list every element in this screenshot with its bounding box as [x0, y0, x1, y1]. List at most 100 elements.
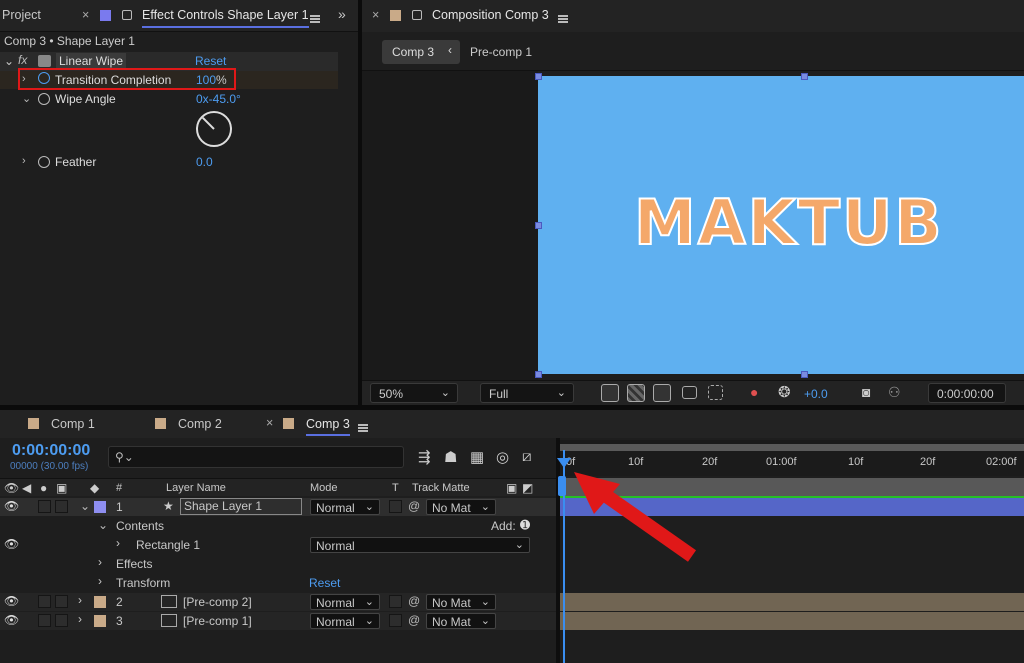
lock-box[interactable]	[55, 614, 68, 627]
track-matte-dropdown[interactable]: No Mat ⌄	[426, 613, 496, 629]
graph-editor-icon[interactable]: ⧄	[522, 448, 532, 465]
layer-name[interactable]: [Pre-comp 2]	[183, 595, 252, 609]
chevron-down-icon[interactable]: ⌄	[80, 499, 90, 513]
transparency-grid-icon[interactable]	[627, 384, 645, 402]
blend-mode-dropdown[interactable]: Normal ⌄	[310, 613, 380, 629]
rectangle-mode-dropdown[interactable]: Normal ⌄	[310, 537, 530, 553]
lock-icon[interactable]	[412, 10, 422, 20]
pickwhip-icon[interactable]: @	[408, 594, 420, 608]
transform-handle[interactable]	[535, 73, 542, 80]
tab-composition[interactable]: Composition Comp 3	[432, 8, 549, 22]
transform-handle[interactable]	[535, 371, 542, 378]
frame-blending-icon[interactable]: ▦	[470, 448, 484, 466]
exposure-value[interactable]: +0.0	[804, 387, 828, 401]
matte-link-icon[interactable]: ◩	[522, 481, 533, 495]
shy-layers-icon[interactable]: ☗	[444, 448, 457, 466]
transform-reset-link[interactable]: Reset	[309, 576, 340, 590]
lock-box[interactable]	[55, 500, 68, 513]
layer-name-header[interactable]: Layer Name	[166, 482, 226, 494]
layer-bar-precomp2[interactable]	[560, 593, 1024, 611]
effect-name[interactable]: Linear Wipe	[56, 53, 127, 69]
transform-handle[interactable]	[801, 371, 808, 378]
blend-mode-dropdown[interactable]: Normal ⌄	[310, 499, 380, 515]
snapshot-icon[interactable]: ◙	[862, 384, 870, 400]
layer-row[interactable]: 👁 › 2 [Pre-comp 2] Normal ⌄ @ No Mat ⌄	[0, 593, 556, 611]
canvas-text[interactable]: MAKTUB	[633, 185, 944, 260]
audio-header-icon[interactable]: ◀	[22, 481, 31, 495]
panel-menu-icon[interactable]	[310, 15, 320, 23]
layer-row[interactable]: 👁 › 3 [Pre-comp 1] Normal ⌄ @ No Mat ⌄	[0, 612, 556, 630]
eye-icon[interactable]: 👁	[4, 537, 19, 551]
lock-box[interactable]	[55, 595, 68, 608]
solo-box[interactable]	[38, 614, 51, 627]
current-time-display[interactable]: 0:00:00:00	[928, 383, 1006, 403]
preserve-transparency-box[interactable]	[389, 500, 402, 513]
crumb-comp3[interactable]: Comp 3 ‹	[382, 40, 460, 64]
prop-value[interactable]: 0x-45.0	[196, 92, 236, 106]
channels-icon[interactable]: ●	[750, 384, 758, 400]
track-matte-dropdown[interactable]: No Mat ⌄	[426, 499, 496, 515]
eye-header-icon[interactable]: 👁	[4, 481, 19, 495]
label-header-icon[interactable]: ◆	[90, 481, 99, 495]
solo-box[interactable]	[38, 595, 51, 608]
chevron-right-icon[interactable]: ›	[78, 593, 82, 607]
pickwhip-icon[interactable]: @	[408, 613, 420, 627]
eye-icon[interactable]: 👁	[4, 613, 19, 627]
composition-mini-flowchart-icon[interactable]: ⇶	[418, 448, 431, 466]
expand-panels-icon[interactable]: »	[338, 6, 346, 22]
tab-effect-controls[interactable]: Effect Controls Shape Layer 1	[142, 8, 309, 28]
transform-handle[interactable]	[535, 222, 542, 229]
chevron-right-icon[interactable]: ›	[98, 555, 102, 569]
color-management-icon[interactable]: ❂	[778, 383, 791, 401]
lock-icon[interactable]	[122, 10, 132, 20]
layer-name[interactable]: [Pre-comp 1]	[183, 614, 252, 628]
mask-visibility-icon[interactable]	[653, 384, 671, 402]
label-color[interactable]	[94, 596, 106, 608]
chevron-down-icon[interactable]: ⌄	[4, 54, 14, 68]
playhead-marker[interactable]	[557, 458, 571, 468]
work-area-bar[interactable]	[560, 444, 1024, 451]
tab-comp1[interactable]: Comp 1	[51, 417, 95, 431]
tab-comp3[interactable]: Comp 3	[306, 417, 350, 436]
solo-header-icon[interactable]: ●	[40, 481, 47, 495]
layer-name[interactable]: Shape Layer 1	[180, 498, 302, 515]
chevron-right-icon[interactable]: ›	[98, 574, 102, 588]
region-of-interest-icon[interactable]	[682, 386, 697, 399]
close-icon[interactable]: ×	[266, 416, 273, 430]
transform-handle[interactable]	[801, 73, 808, 80]
crumb-precomp1[interactable]: Pre-comp 1	[470, 45, 532, 59]
eye-icon[interactable]: 👁	[4, 594, 19, 608]
track-matte-dropdown[interactable]: No Mat ⌄	[426, 594, 496, 610]
timeline-timecode[interactable]: 0:00:00:00	[12, 442, 90, 460]
chevron-right-icon[interactable]: ›	[116, 536, 120, 550]
label-color[interactable]	[94, 615, 106, 627]
solo-box[interactable]	[38, 500, 51, 513]
work-area-start[interactable]	[558, 476, 566, 496]
stopwatch-icon[interactable]	[38, 156, 50, 168]
reset-link[interactable]: Reset	[195, 54, 226, 68]
rectangle-row[interactable]: 👁 › Rectangle 1 Normal ⌄	[0, 536, 556, 554]
close-icon[interactable]: ×	[82, 8, 89, 22]
fx-icon[interactable]: fx	[18, 53, 27, 67]
resolution-dropdown[interactable]: Full ⌄	[480, 383, 574, 403]
show-snapshot-icon[interactable]: ⚇	[888, 384, 901, 401]
matte-icon[interactable]: ▣	[506, 481, 517, 495]
chevron-right-icon[interactable]: ›	[22, 155, 34, 167]
pickwhip-icon[interactable]: @	[408, 499, 420, 513]
tab-comp2[interactable]: Comp 2	[178, 417, 222, 431]
stopwatch-icon[interactable]	[38, 93, 50, 105]
close-icon[interactable]: ×	[372, 8, 379, 22]
comp-canvas[interactable]: MAKTUB	[535, 73, 1024, 378]
lock-header-icon[interactable]: ▣	[56, 481, 67, 495]
chevron-down-icon[interactable]: ⌄	[22, 92, 34, 105]
preserve-transparency-box[interactable]	[389, 595, 402, 608]
panel-menu-icon[interactable]	[358, 424, 368, 432]
blend-mode-dropdown[interactable]: Normal ⌄	[310, 594, 380, 610]
eye-icon[interactable]: 👁	[4, 499, 19, 513]
prop-value[interactable]: 0.0	[196, 155, 213, 169]
panel-menu-icon[interactable]	[558, 15, 568, 23]
layer-row[interactable]: 👁 ⌄ 1 ★ Shape Layer 1 Normal ⌄ @ No Mat ⌄	[0, 498, 556, 516]
angle-dial[interactable]	[194, 109, 234, 149]
fast-preview-icon[interactable]	[601, 384, 619, 402]
tab-project[interactable]: Project	[2, 8, 41, 22]
